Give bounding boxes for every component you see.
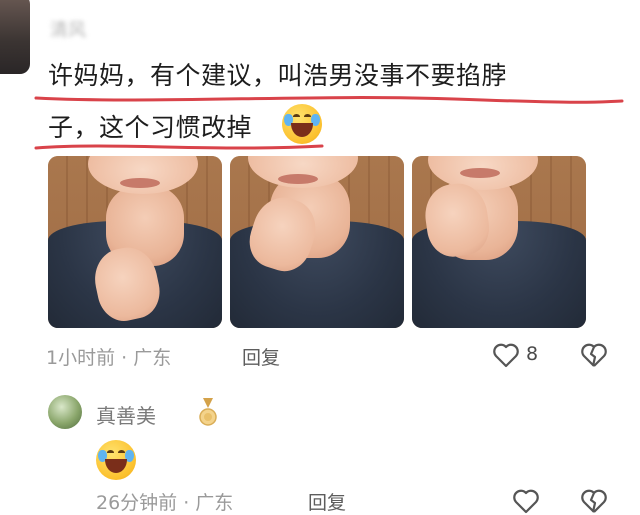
heart-outline-icon[interactable] bbox=[512, 488, 540, 514]
like-count: 8 bbox=[526, 343, 539, 365]
reply-avatar[interactable] bbox=[48, 395, 82, 429]
reply-button[interactable]: 回复 bbox=[242, 343, 280, 370]
reply-button[interactable]: 回复 bbox=[308, 488, 346, 515]
laughing-crying-emoji-icon bbox=[96, 440, 136, 480]
comment-text-line-1: 许妈妈，有个建议，叫浩男没事不要掐脖 bbox=[48, 61, 508, 90]
medal-icon bbox=[199, 398, 217, 426]
broken-heart-icon[interactable] bbox=[580, 342, 608, 368]
broken-heart-icon[interactable] bbox=[580, 488, 608, 514]
red-underline-1 bbox=[34, 96, 624, 104]
username-blurred: 清风 bbox=[50, 20, 86, 41]
reply-username[interactable]: 真善美 bbox=[96, 400, 156, 429]
avatar[interactable] bbox=[0, 0, 30, 74]
comment-time-location: 1小时前 · 广东 bbox=[46, 347, 172, 369]
red-underline-2 bbox=[34, 144, 324, 150]
reply-time-location: 26分钟前 · 广东 bbox=[96, 492, 234, 514]
heart-outline-icon[interactable] bbox=[492, 342, 520, 368]
photo-neck-hand-2[interactable] bbox=[230, 156, 404, 328]
photo-neck-hand-1[interactable] bbox=[48, 156, 222, 328]
laughing-crying-emoji-icon bbox=[282, 104, 322, 144]
photo-neck-hand-3[interactable] bbox=[412, 156, 586, 328]
